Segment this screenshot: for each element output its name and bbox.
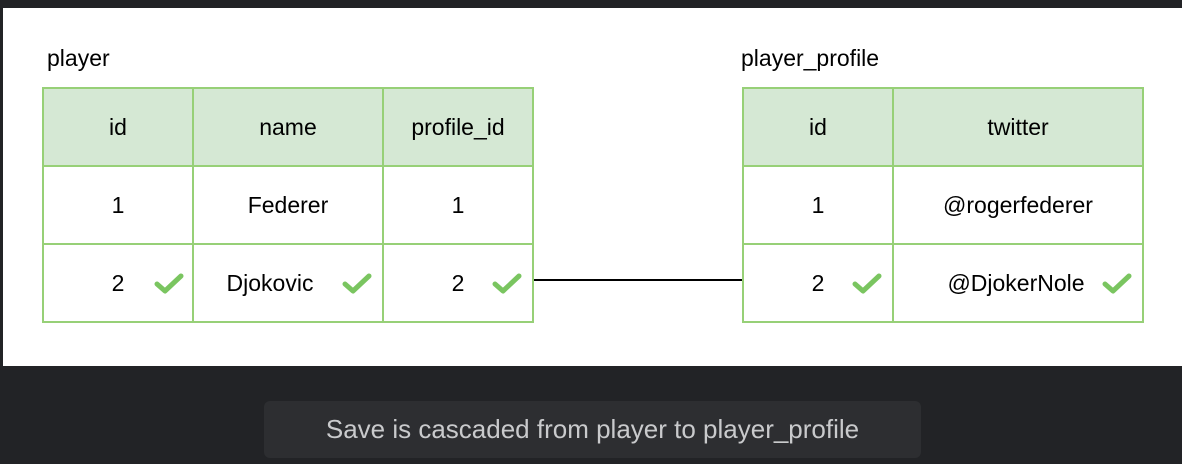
profile-header-id: id	[742, 87, 894, 167]
player-header-profile-id: profile_id	[382, 87, 534, 167]
player-cell-id: 1	[42, 165, 194, 245]
checkmark-icon	[154, 273, 184, 294]
player-table-header-row: id name profile_id	[42, 87, 534, 167]
player-cell-name: Federer	[192, 165, 384, 245]
checkmark-icon	[852, 273, 882, 294]
table-row: 2 Djokovic 2	[42, 243, 534, 323]
relation-connector-line	[534, 279, 742, 281]
profile-cell-twitter: @rogerfederer	[892, 165, 1144, 245]
player-header-id: id	[42, 87, 194, 167]
profile-header-twitter: twitter	[892, 87, 1144, 167]
player-table: id name profile_id 1 Federer 1 2 Djokovi…	[42, 87, 534, 323]
diagram-caption: Save is cascaded from player to player_p…	[264, 401, 921, 458]
profile-table-header-row: id twitter	[742, 87, 1144, 167]
player-cell-id: 2	[42, 243, 194, 323]
player-profile-table: id twitter 1 @rogerfederer 2 @DjokerNole	[742, 87, 1144, 323]
player-cell-name: Djokovic	[192, 243, 384, 323]
player-cell-profile-id: 2	[382, 243, 534, 323]
profile-cell-id: 1	[742, 165, 894, 245]
checkmark-icon	[492, 273, 522, 294]
player-table-title: player	[47, 45, 110, 71]
profile-cell-twitter: @DjokerNole	[892, 243, 1144, 323]
player-header-name: name	[192, 87, 384, 167]
table-row: 2 @DjokerNole	[742, 243, 1144, 323]
profile-cell-id: 2	[742, 243, 894, 323]
table-row: 1 @rogerfederer	[742, 165, 1144, 245]
player-cell-profile-id: 1	[382, 165, 534, 245]
checkmark-icon	[342, 273, 372, 294]
checkmark-icon	[1102, 273, 1132, 294]
diagram-canvas: player id name profile_id 1 Federer 1 2 …	[3, 8, 1182, 366]
profile-table-title: player_profile	[741, 45, 880, 71]
table-row: 1 Federer 1	[42, 165, 534, 245]
